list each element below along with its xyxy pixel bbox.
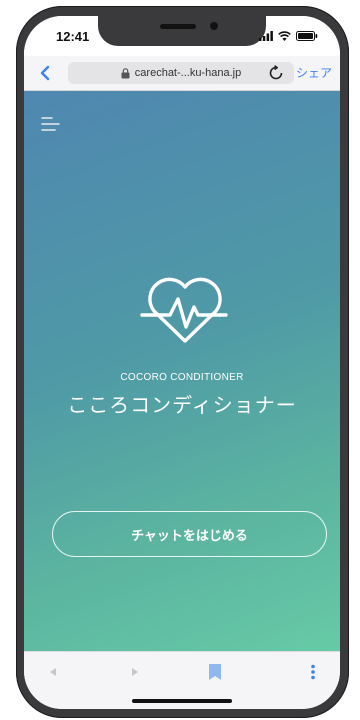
toolbar-back-button[interactable] — [42, 662, 64, 682]
start-chat-button[interactable]: チャットをはじめる — [52, 511, 327, 557]
more-vertical-icon — [311, 664, 315, 680]
front-camera — [210, 22, 218, 30]
status-bar: 12:41 — [24, 16, 340, 56]
landing-content: COCORO CONDITIONER こころコンディショナー チャットをはじめる — [24, 91, 340, 651]
url-text: carechat-...ku-hana.jp — [134, 67, 242, 79]
share-button[interactable]: シェア — [296, 64, 332, 81]
reload-button[interactable] — [265, 62, 287, 84]
triangle-left-icon — [50, 668, 56, 676]
home-indicator — [132, 699, 232, 703]
triangle-right-icon — [132, 668, 138, 676]
notch — [98, 16, 266, 46]
reload-icon — [269, 65, 283, 80]
url-field[interactable]: carechat-...ku-hana.jp — [68, 62, 294, 84]
phone-screen: 12:41 carechat-...ku-hana.jp シェア COCORO … — [24, 16, 340, 709]
browser-back-button[interactable] — [34, 62, 56, 84]
more-button[interactable] — [302, 662, 324, 682]
start-chat-label: チャットをはじめる — [131, 528, 248, 544]
wifi-icon — [278, 31, 291, 41]
status-time: 12:41 — [56, 29, 90, 44]
menu-icon — [41, 117, 60, 131]
menu-button[interactable] — [40, 115, 62, 133]
status-icons — [259, 30, 318, 42]
app-title: こころコンディショナー — [67, 393, 297, 417]
speaker-grille — [160, 24, 196, 29]
toolbar-forward-button[interactable] — [124, 662, 146, 682]
bookmark-button[interactable] — [204, 662, 226, 682]
signal-icon — [259, 31, 273, 41]
lock-icon — [121, 67, 130, 78]
bookmark-icon — [209, 664, 221, 680]
heart-pulse-icon — [140, 277, 228, 343]
browser-address-bar: carechat-...ku-hana.jp シェア — [24, 56, 340, 91]
chevron-left-icon — [40, 65, 50, 81]
battery-icon — [296, 31, 318, 41]
app-subtitle: COCORO CONDITIONER — [120, 372, 244, 383]
